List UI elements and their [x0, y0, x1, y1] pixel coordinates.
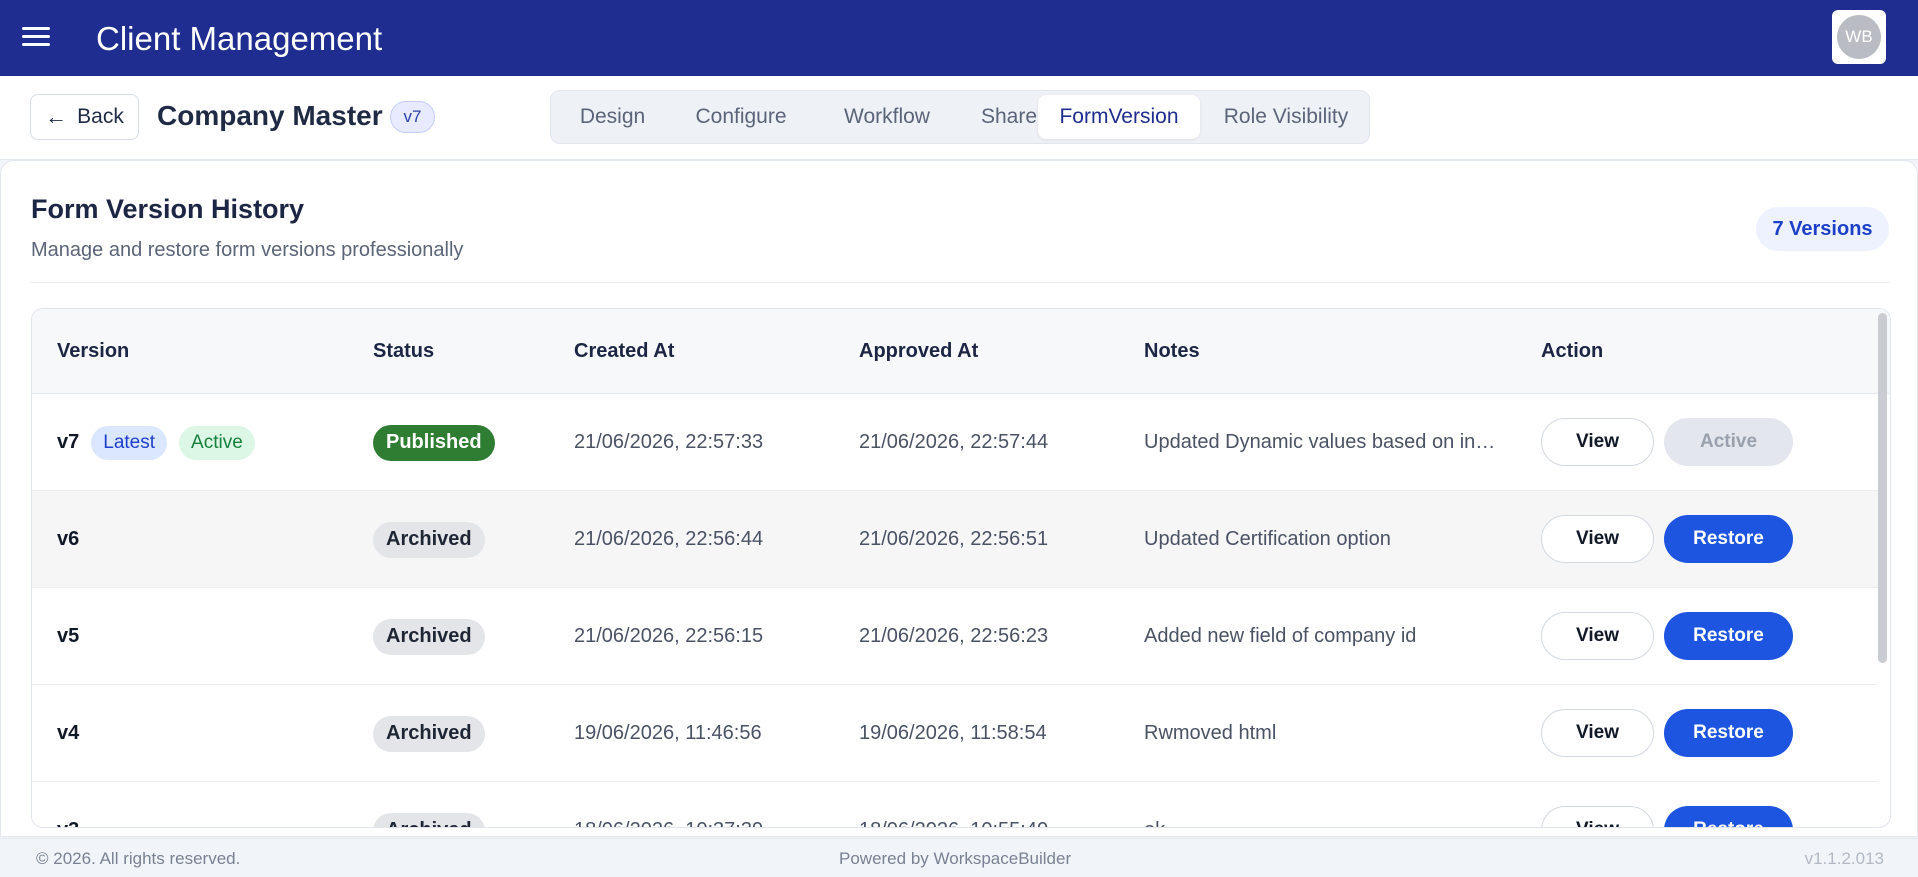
active-badge: Active	[179, 425, 255, 460]
version-badge: v7	[390, 101, 435, 133]
approved-at: 21/06/2026, 22:56:51	[859, 528, 1049, 550]
created-at: 18/06/2026, 10:37:39	[574, 782, 763, 827]
tab-bar: Design Configure Workflow Share FormVers…	[550, 90, 1370, 144]
app-title: Client Management	[96, 20, 383, 57]
version-number: v3	[57, 819, 79, 827]
view-button[interactable]: View	[1541, 806, 1654, 827]
version-history-card: Form Version History Manage and restore …	[0, 160, 1918, 837]
tab-design[interactable]: Design	[559, 95, 666, 139]
form-header: ← Back Company Master v7 Design Configur…	[0, 76, 1918, 160]
notes-cell: Updated Dynamic values based on in…	[1144, 394, 1499, 491]
version-cell: v6	[57, 491, 79, 588]
notes-cell: Updated Certification option	[1144, 491, 1499, 588]
version-number: v7	[57, 431, 80, 453]
created-at: 21/06/2026, 22:56:44	[574, 528, 764, 550]
arrow-left-icon: ←	[45, 104, 68, 129]
column-header-notes: Notes	[1144, 340, 1200, 362]
page-title: Form Version History	[31, 194, 305, 224]
table-row: v7 Latest Active Published 21/06/2026, 2…	[32, 394, 1878, 491]
view-button[interactable]: View	[1541, 709, 1654, 757]
table-row: v3 Archived 18/06/2026, 10:37:39 18/06/2…	[32, 782, 1878, 827]
app-version: v1.1.2.013	[1804, 849, 1884, 868]
approved-at: 18/06/2026, 10:55:40	[859, 782, 1048, 827]
back-button[interactable]: ← Back	[30, 94, 139, 140]
created-at: 21/06/2026, 22:57:33	[574, 431, 764, 453]
version-cell: v4	[57, 685, 79, 782]
footer: © 2026. All rights reserved. Powered by …	[0, 838, 1918, 877]
notes-text: Updated Certification option	[1144, 528, 1391, 550]
version-number: v5	[57, 625, 80, 647]
status-badge: Archived	[373, 521, 485, 558]
approved-at: 19/06/2026, 11:58:54	[859, 722, 1047, 744]
notes-cell: Added new field of company id	[1144, 588, 1499, 685]
column-header-created-at: Created At	[574, 340, 675, 362]
restore-button[interactable]: Restore	[1664, 709, 1793, 757]
restore-button[interactable]: Restore	[1664, 806, 1793, 827]
notes-text: Added new field of company id	[1144, 625, 1417, 647]
created-at: 21/06/2026, 22:56:15	[574, 625, 764, 647]
version-number: v4	[57, 722, 80, 744]
status-cell: Archived	[373, 782, 485, 827]
tab-configure[interactable]: Configure	[666, 95, 816, 139]
active-button: Active	[1664, 418, 1793, 466]
version-count-badge: 7 Versions	[1756, 207, 1889, 251]
tab-role-visibility[interactable]: Role Visibility	[1206, 95, 1366, 139]
status-badge: Archived	[373, 812, 485, 827]
table-row: v4 Archived 19/06/2026, 11:46:56 19/06/2…	[32, 685, 1878, 782]
tab-formversion[interactable]: FormVersion	[1038, 95, 1200, 139]
version-cell: v7 Latest Active	[57, 394, 255, 491]
table-row: v6 Archived 21/06/2026, 22:56:44 21/06/2…	[32, 491, 1878, 588]
approved-at: 21/06/2026, 22:56:23	[859, 625, 1049, 647]
notes-cell: Rwmoved html	[1144, 685, 1499, 782]
version-cell: v3	[57, 782, 79, 827]
restore-button[interactable]: Restore	[1664, 515, 1793, 563]
status-cell: Archived	[373, 685, 485, 782]
status-badge: Archived	[373, 618, 485, 655]
table-header: Version Status Created At Approved At No…	[32, 309, 1890, 394]
version-number: v6	[57, 528, 80, 550]
status-badge: Published	[373, 424, 495, 461]
status-cell: Archived	[373, 588, 485, 685]
back-button-label: Back	[77, 105, 124, 128]
table-scrollbar[interactable]	[1878, 313, 1887, 663]
status-cell: Published	[373, 394, 495, 491]
menu-icon[interactable]	[22, 27, 50, 49]
form-name: Company Master	[157, 100, 383, 131]
powered-by-text: Powered by WorkspaceBuilder	[839, 849, 1072, 868]
copyright-text: © 2026. All rights reserved.	[36, 849, 241, 868]
column-header-action: Action	[1541, 340, 1604, 362]
divider	[31, 282, 1889, 283]
avatar[interactable]: WB	[1837, 15, 1881, 59]
approved-at: 21/06/2026, 22:57:44	[859, 431, 1049, 453]
user-menu[interactable]: WB	[1832, 10, 1886, 64]
notes-text: Rwmoved html	[1144, 722, 1277, 744]
table-row: v5 Archived 21/06/2026, 22:56:15 21/06/2…	[32, 588, 1878, 685]
notes-cell: ok	[1144, 782, 1499, 827]
page-subtitle: Manage and restore form versions profess…	[31, 239, 464, 261]
notes-text: ok	[1144, 782, 1499, 827]
tab-workflow[interactable]: Workflow	[816, 95, 958, 139]
version-cell: v5	[57, 588, 79, 685]
notes-text: Updated Dynamic values based on in…	[1144, 431, 1496, 453]
view-button[interactable]: View	[1541, 418, 1654, 466]
top-app-bar: Client Management WB	[0, 0, 1918, 76]
created-at: 19/06/2026, 11:46:56	[574, 722, 762, 744]
status-badge: Archived	[373, 715, 485, 752]
column-header-version: Version	[57, 340, 130, 362]
status-cell: Archived	[373, 491, 485, 588]
version-table: Version Status Created At Approved At No…	[31, 308, 1891, 828]
view-button[interactable]: View	[1541, 515, 1654, 563]
latest-badge: Latest	[91, 425, 168, 460]
column-header-approved-at: Approved At	[859, 340, 979, 362]
view-button[interactable]: View	[1541, 612, 1654, 660]
column-header-status: Status	[373, 340, 435, 362]
restore-button[interactable]: Restore	[1664, 612, 1793, 660]
